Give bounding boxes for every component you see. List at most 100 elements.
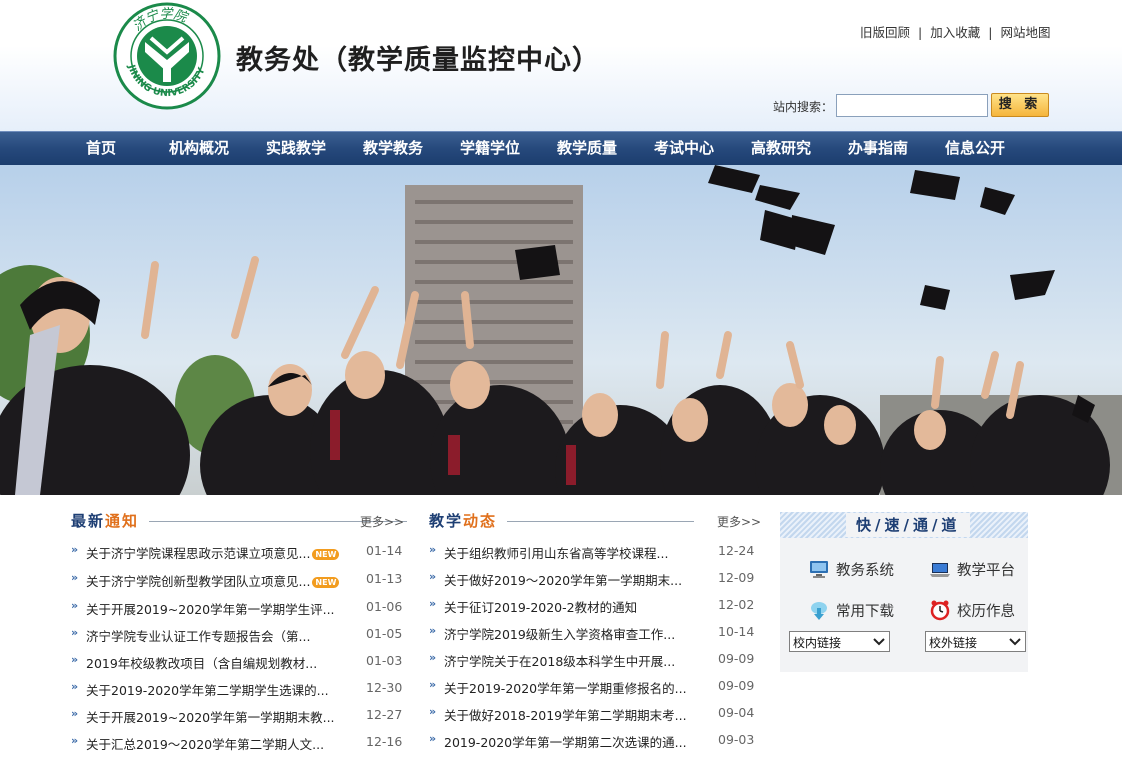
list-item[interactable]: » 关于济宁学院创新型教学团队立项意见... NEW 01-13 xyxy=(71,571,404,591)
news-title[interactable]: 关于济宁学院课程思政示范课立项意见... NEW xyxy=(86,543,340,562)
news-title[interactable]: 关于汇总2019～2020学年第二学期人文... xyxy=(86,734,324,753)
nav-item-home[interactable]: 首页 xyxy=(86,132,116,166)
bullet-icon: » xyxy=(429,597,437,610)
title-part-1: 教学 xyxy=(429,512,464,530)
panel-header: 最新通知 更多>> xyxy=(71,510,407,534)
news-title-text[interactable]: 关于济宁学院课程思政示范课立项意见... xyxy=(86,546,310,561)
bullet-icon: » xyxy=(429,705,437,718)
add-favorite-link[interactable]: 加入收藏 xyxy=(930,25,980,40)
nav-item-quality[interactable]: 教学质量 xyxy=(557,132,617,166)
list-item[interactable]: » 关于做好2018-2019学年第二学期期末考... 09-04 xyxy=(429,705,760,725)
search-button[interactable]: 搜 索 xyxy=(991,93,1049,117)
page-title: 教务处（教学质量监控中心） xyxy=(236,45,600,76)
news-date: 01-06 xyxy=(366,599,403,614)
bullet-icon: » xyxy=(429,624,437,637)
bullet-icon: » xyxy=(71,707,79,720)
bullet-icon: » xyxy=(429,570,437,583)
title-part-2: 通知 xyxy=(105,512,140,530)
external-links-select[interactable]: 校外链接 xyxy=(925,631,1026,652)
news-date: 01-03 xyxy=(366,653,403,668)
list-item[interactable]: » 关于2019-2020学年第一学期重修报名的... 09-09 xyxy=(429,678,760,698)
main-nav: 首页 机构概况 实践教学 教学教务 学籍学位 教学质量 考试中心 高教研究 办事… xyxy=(0,131,1122,165)
academic-system-link[interactable]: 教务系统 xyxy=(808,556,918,582)
news-date: 12-02 xyxy=(718,597,755,612)
news-title[interactable]: 济宁学院关于在2018级本科学生中开展... xyxy=(444,651,675,670)
bullet-icon: » xyxy=(71,599,79,612)
news-title[interactable]: 关于开展2019~2020学年第一学期学生评... xyxy=(86,599,335,618)
nav-item-disclosure[interactable]: 信息公开 xyxy=(945,132,1005,166)
internal-links-select[interactable]: 校内链接 xyxy=(789,631,890,652)
bullet-icon: » xyxy=(429,732,437,745)
news-title[interactable]: 济宁学院专业认证工作专题报告会（第... xyxy=(86,626,310,645)
download-icon xyxy=(808,599,830,621)
news-date: 12-16 xyxy=(366,734,403,749)
news-title[interactable]: 关于做好2018-2019学年第二学期期末考... xyxy=(444,705,687,724)
list-item[interactable]: » 济宁学院关于在2018级本科学生中开展... 09-09 xyxy=(429,651,760,671)
divider xyxy=(507,521,694,522)
bullet-icon: » xyxy=(71,571,79,584)
list-item[interactable]: » 2019-2020学年第一学期第二次选课的通... 09-03 xyxy=(429,732,760,752)
hero-banner xyxy=(0,165,1122,495)
more-link[interactable]: 更多>> xyxy=(717,513,761,530)
nav-item-practice[interactable]: 实践教学 xyxy=(266,132,326,166)
nav-item-status[interactable]: 学籍学位 xyxy=(460,132,520,166)
bullet-icon: » xyxy=(429,678,437,691)
news-date: 09-04 xyxy=(718,705,755,720)
top-links: 旧版回顾 | 加入收藏 | 网站地图 xyxy=(860,22,1050,41)
list-item[interactable]: » 关于开展2019~2020学年第一学期学生评... 01-06 xyxy=(71,599,404,619)
new-badge: NEW xyxy=(312,577,340,588)
news-title[interactable]: 关于济宁学院创新型教学团队立项意见... NEW xyxy=(86,571,340,590)
nav-item-research[interactable]: 高教研究 xyxy=(751,132,811,166)
search-input[interactable] xyxy=(836,94,988,117)
downloads-link[interactable]: 常用下载 xyxy=(808,597,918,623)
news-title[interactable]: 2019-2020学年第一学期第二次选课的通... xyxy=(444,732,687,751)
quick-link-label[interactable]: 教务系统 xyxy=(836,559,894,580)
alarm-clock-icon xyxy=(929,599,951,621)
bullet-icon: » xyxy=(71,653,79,666)
list-item[interactable]: » 关于征订2019-2020-2教材的通知 12-02 xyxy=(429,597,760,617)
list-item[interactable]: » 关于2019-2020学年第二学期学生选课的... 12-30 xyxy=(71,680,404,700)
nav-item-guide[interactable]: 办事指南 xyxy=(848,132,908,166)
school-calendar-link[interactable]: 校历作息 xyxy=(929,597,1029,623)
bullet-icon: » xyxy=(71,680,79,693)
nav-item-teaching[interactable]: 教学教务 xyxy=(363,132,423,166)
sitemap-link[interactable]: 网站地图 xyxy=(1000,25,1050,40)
quick-link-label[interactable]: 校历作息 xyxy=(957,600,1015,621)
list-item[interactable]: » 关于组织教师引用山东省高等学校课程... 12-24 xyxy=(429,543,760,563)
bullet-icon: » xyxy=(71,626,79,639)
news-title[interactable]: 关于2019-2020学年第一学期重修报名的... xyxy=(444,678,687,697)
list-item[interactable]: » 关于开展2019~2020学年第一学期期末教... 12-27 xyxy=(71,707,404,727)
teaching-dynamics-panel: 教学动态 更多>> » 关于组织教师引用山东省高等学校课程... 12-24 » 关于… xyxy=(429,510,761,750)
news-title[interactable]: 2019年校级教改项目（含自编规划教材... xyxy=(86,653,317,672)
monitor-icon xyxy=(808,558,830,580)
old-version-link[interactable]: 旧版回顾 xyxy=(860,25,910,40)
university-logo[interactable]: 济宁学院 JINING UNIVERSITY xyxy=(113,2,221,110)
nav-item-about[interactable]: 机构概况 xyxy=(169,132,229,166)
news-date: 12-30 xyxy=(366,680,403,695)
news-title[interactable]: 关于征订2019-2020-2教材的通知 xyxy=(444,597,637,616)
list-item[interactable]: » 关于汇总2019～2020学年第二学期人文... 12-16 xyxy=(71,734,404,754)
more-link[interactable]: 更多>> xyxy=(360,513,404,530)
list-item[interactable]: » 关于济宁学院课程思政示范课立项意见... NEW 01-14 xyxy=(71,543,404,563)
list-item[interactable]: » 2019年校级教改项目（含自编规划教材... 01-03 xyxy=(71,653,404,673)
news-title[interactable]: 济宁学院2019级新生入学资格审查工作... xyxy=(444,624,675,643)
teaching-platform-link[interactable]: 教学平台 xyxy=(929,556,1029,582)
news-title[interactable]: 关于开展2019~2020学年第一学期期末教... xyxy=(86,707,335,726)
news-title[interactable]: 关于组织教师引用山东省高等学校课程... xyxy=(444,543,668,562)
news-title-text[interactable]: 关于济宁学院创新型教学团队立项意见... xyxy=(86,574,310,589)
bullet-icon: » xyxy=(429,651,437,664)
news-title[interactable]: 关于做好2019～2020学年第一学期期末... xyxy=(444,570,682,589)
quick-channel-title: 快/速/通/道 xyxy=(846,513,971,537)
quick-link-label[interactable]: 教学平台 xyxy=(957,559,1015,580)
title-part-1: 最新 xyxy=(71,512,106,530)
list-item[interactable]: » 关于做好2019～2020学年第一学期期末... 12-09 xyxy=(429,570,760,590)
search-label: 站内搜索： xyxy=(773,100,834,114)
quick-link-label[interactable]: 常用下载 xyxy=(836,600,894,621)
news-date: 12-24 xyxy=(718,543,755,558)
list-item[interactable]: » 济宁学院专业认证工作专题报告会（第... 01-05 xyxy=(71,626,404,646)
select-value: 校内链接 xyxy=(793,636,842,650)
list-item[interactable]: » 济宁学院2019级新生入学资格审查工作... 10-14 xyxy=(429,624,760,644)
bullet-icon: » xyxy=(71,543,79,556)
nav-item-exam[interactable]: 考试中心 xyxy=(654,132,714,166)
news-title[interactable]: 关于2019-2020学年第二学期学生选课的... xyxy=(86,680,329,699)
